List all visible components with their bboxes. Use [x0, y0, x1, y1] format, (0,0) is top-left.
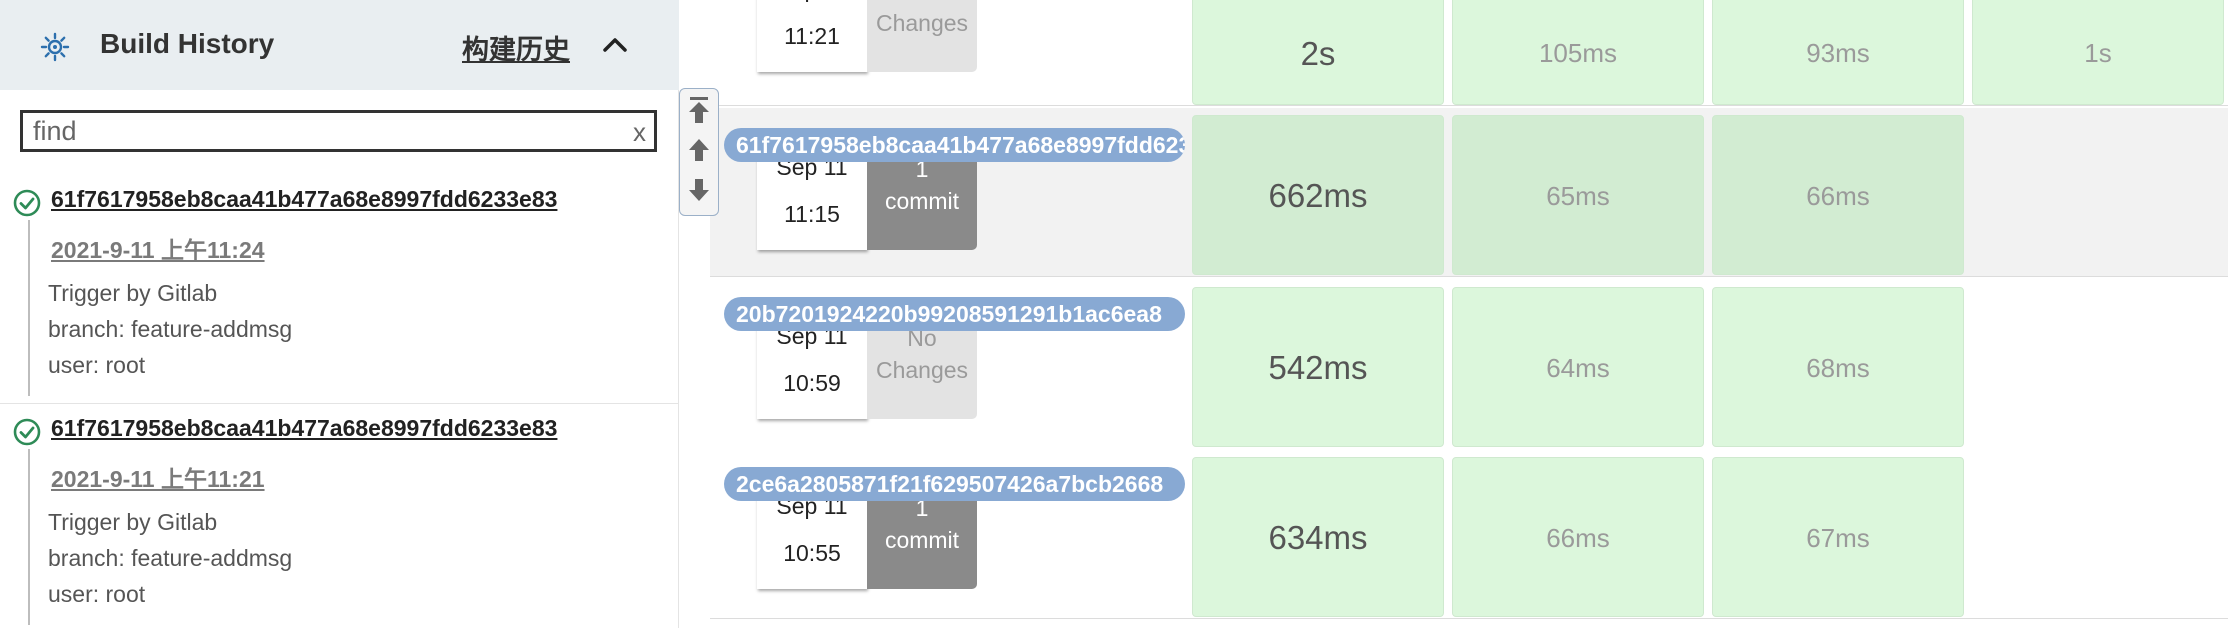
chevron-up-icon[interactable]	[600, 30, 630, 60]
changes-line-2: commit	[884, 527, 960, 553]
build-history-entry: 61f7617958eb8caa41b477a68e8997fdd6233e83…	[0, 405, 679, 628]
build-time: 11:21	[784, 23, 840, 49]
stage-duration-cell[interactable]: 542ms	[1192, 287, 1444, 447]
scroll-up-icon[interactable]	[686, 135, 712, 165]
scroll-down-icon[interactable]	[686, 175, 712, 205]
build-commit-link[interactable]: 61f7617958eb8caa41b477a68e8997fdd6233e83	[51, 415, 557, 442]
build-history-panel: Build History 构建历史 x 61f7617958eb8caa41b…	[0, 0, 679, 628]
stage-duration-cell[interactable]: 105ms	[1452, 0, 1704, 105]
stage-duration-cell[interactable]: 66ms	[1712, 115, 1964, 275]
jenkins-pipeline-page: Sep 11 11:21No Changes2s105ms93ms1sSep 1…	[0, 0, 2228, 628]
stage-empty-cell	[1972, 115, 2224, 275]
build-branch: branch: feature-addmsg	[48, 316, 293, 342]
build-history-header: Build History 构建历史	[0, 0, 679, 90]
build-commit-tag[interactable]: 61f7617958eb8caa41b477a68e8997fdd6233e83	[724, 128, 1185, 162]
row-divider	[710, 276, 2228, 277]
scroll-top-icon[interactable]	[686, 95, 712, 125]
build-user: user: root	[48, 581, 146, 607]
commit-changes-card[interactable]: 1 commit	[867, 487, 977, 589]
build-history-link[interactable]: 构建历史	[462, 28, 570, 67]
stage-view: Sep 11 11:21No Changes2s105ms93ms1sSep 1…	[710, 0, 2228, 628]
no-changes-card: No Changes	[867, 0, 977, 72]
build-history-entry: 61f7617958eb8caa41b477a68e8997fdd6233e83…	[0, 176, 679, 404]
build-date-link[interactable]: 2021-9-11 上午11:24	[51, 231, 265, 265]
commit-changes-card[interactable]: 1 commit	[867, 148, 977, 250]
stage-duration-cell[interactable]: 65ms	[1452, 115, 1704, 275]
build-time: 10:55	[783, 540, 841, 566]
build-date-card: Sep 11 11:15	[757, 148, 867, 250]
success-check-icon	[13, 418, 41, 446]
scroll-controls	[679, 88, 719, 216]
stage-duration-cell[interactable]: 66ms	[1452, 457, 1704, 617]
build-time: 11:15	[784, 201, 840, 227]
build-time: 10:59	[783, 370, 841, 396]
build-date: Sep 11	[757, 0, 867, 3]
success-check-icon	[13, 189, 41, 217]
stage-duration-cell[interactable]: 93ms	[1712, 0, 1964, 105]
changes-line-2: commit	[884, 188, 960, 214]
gear-icon	[40, 32, 70, 62]
stage-duration-cell[interactable]: 662ms	[1192, 115, 1444, 275]
row-divider	[710, 618, 2228, 619]
stage-empty-cell	[1972, 287, 2224, 447]
build-branch: branch: feature-addmsg	[48, 545, 293, 571]
timeline-line	[28, 449, 30, 625]
stage-duration-cell[interactable]: 68ms	[1712, 287, 1964, 447]
no-changes-card: No Changes	[867, 317, 977, 419]
build-search-input[interactable]	[23, 113, 603, 149]
build-commit-link[interactable]: 61f7617958eb8caa41b477a68e8997fdd6233e83	[51, 186, 557, 213]
build-trigger: Trigger by Gitlab	[48, 509, 218, 535]
build-search-box: x	[20, 110, 657, 152]
build-history-title: Build History	[100, 28, 275, 59]
stage-duration-cell[interactable]: 2s	[1192, 0, 1444, 105]
build-commit-tag[interactable]: 20b7201924220b99208591291b1ac6ea8	[724, 297, 1185, 331]
build-date-card: Sep 11 10:59	[757, 317, 867, 419]
build-trigger: Trigger by Gitlab	[48, 280, 218, 306]
stage-empty-cell	[1972, 457, 2224, 617]
build-user: user: root	[48, 352, 146, 378]
build-date-card: Sep 11 10:55	[757, 487, 867, 589]
changes-line-2: Changes	[875, 10, 969, 36]
timeline-line	[28, 220, 30, 396]
build-date-card: Sep 11 11:21	[757, 0, 867, 72]
changes-line-1: No	[867, 0, 977, 5]
clear-search-button[interactable]: x	[633, 117, 646, 148]
stage-duration-cell[interactable]: 1s	[1972, 0, 2224, 105]
changes-line-2: Changes	[875, 357, 969, 383]
stage-duration-cell[interactable]: 64ms	[1452, 287, 1704, 447]
build-commit-tag[interactable]: 2ce6a2805871f21f629507426a7bcb2668	[724, 467, 1185, 501]
row-divider	[710, 105, 2228, 106]
build-date-link[interactable]: 2021-9-11 上午11:21	[51, 460, 265, 494]
stage-duration-cell[interactable]: 634ms	[1192, 457, 1444, 617]
stage-duration-cell[interactable]: 67ms	[1712, 457, 1964, 617]
